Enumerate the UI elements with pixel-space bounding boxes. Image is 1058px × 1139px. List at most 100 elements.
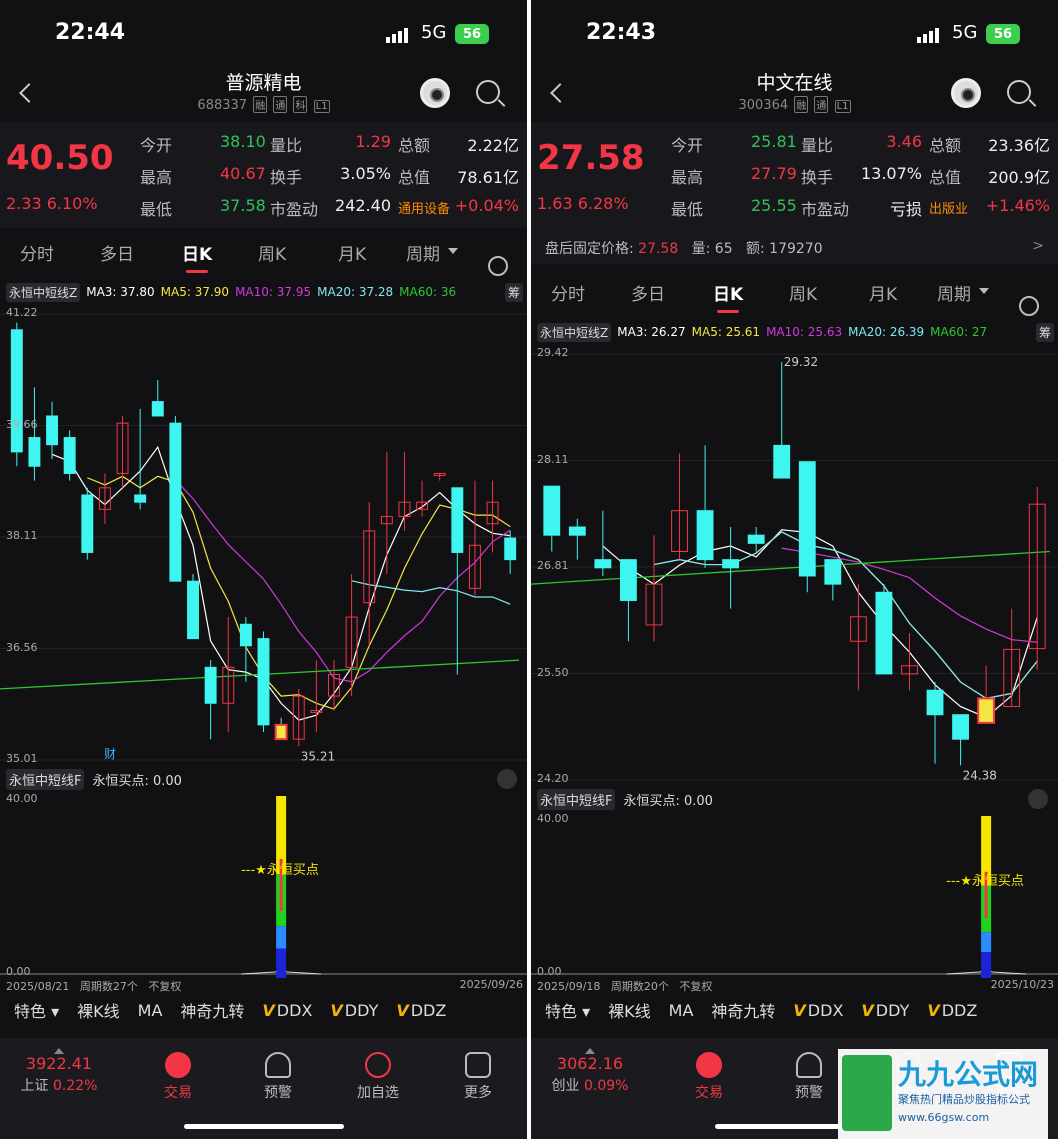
tab-0[interactable]: 分时 xyxy=(20,240,54,265)
buy-signal-candle xyxy=(274,723,288,741)
ma5-value: MA5: 25.61 xyxy=(691,325,761,339)
search-icon[interactable] xyxy=(1007,80,1031,104)
indicator-6[interactable]: V DDZ xyxy=(927,1001,977,1020)
index-ticker[interactable]: 3062.16 创业 0.09% xyxy=(545,1048,635,1095)
chips-button[interactable]: 筹 xyxy=(1035,322,1054,342)
expand-icon[interactable] xyxy=(497,769,517,789)
chips-button[interactable]: 筹 xyxy=(504,282,523,302)
index-value: 3922.41 xyxy=(25,1054,93,1073)
date-start: 2025/08/21 xyxy=(6,980,70,993)
indicator-label: DDY xyxy=(344,1000,379,1020)
indicator-4[interactable]: V DDX xyxy=(793,1001,843,1020)
sub-axis-top: 40.00 xyxy=(537,812,569,825)
quote-label: 量比 xyxy=(801,136,834,155)
indicator-3[interactable]: 神奇九转 xyxy=(711,998,775,1022)
y-axis-label: 28.11 xyxy=(537,453,569,466)
main-indicator-select[interactable]: 永恒中短线Z xyxy=(6,282,81,302)
quote-value: 3.05% xyxy=(340,164,391,183)
indicator-1[interactable]: 裸K线 xyxy=(77,998,120,1022)
tab-3[interactable]: 周K xyxy=(789,280,817,305)
quote-label: 总额 xyxy=(398,136,431,155)
indicator-label: 特色 xyxy=(14,1002,47,1021)
indicator-3[interactable]: 神奇九转 xyxy=(180,998,244,1022)
after-hours-label: 盘后固定价格: xyxy=(545,241,634,257)
candle-body xyxy=(169,422,182,582)
tab-1[interactable]: 多日 xyxy=(631,280,665,305)
indicator-0[interactable]: 特色 ▾ xyxy=(545,998,590,1022)
tab-2[interactable]: 日K xyxy=(713,280,743,313)
signal-bar-navy xyxy=(981,952,992,979)
signal-bar-blue xyxy=(276,926,287,949)
sub-indicator-select[interactable]: 永恒中短线F xyxy=(537,788,616,810)
candle-body xyxy=(824,559,842,585)
quote-label: 通用设备 xyxy=(398,202,451,217)
indicator-2[interactable]: MA xyxy=(669,1001,694,1020)
after-hours-bar[interactable]: 盘后固定价格: 27.58 量: 65 额: 179270 > xyxy=(531,228,1058,264)
indicator-bar: 特色 ▾ 裸K线 MA 神奇九转 V DDX V DDY V DDZ xyxy=(0,994,527,1026)
y-axis-label: 41.22 xyxy=(6,306,38,319)
candle-body xyxy=(28,437,41,467)
indicator-6[interactable]: V DDZ xyxy=(396,1001,446,1020)
last-price: 40.50 xyxy=(6,138,114,178)
tab-1[interactable]: 多日 xyxy=(100,240,134,265)
indicator-0[interactable]: 特色 ▾ xyxy=(14,998,59,1022)
candle-body xyxy=(204,666,217,704)
nav-1[interactable]: 预警 xyxy=(238,1046,318,1102)
candle-body xyxy=(10,329,23,453)
quote-label: 总值 xyxy=(398,168,431,187)
search-icon[interactable] xyxy=(476,80,500,104)
indicator-label: 裸K线 xyxy=(77,1002,120,1021)
nav-label: 加自选 xyxy=(357,1085,399,1101)
nav-3[interactable]: 更多 xyxy=(438,1046,518,1102)
indicator-2[interactable]: MA xyxy=(138,1001,163,1020)
main-indicator-select[interactable]: 永恒中短线Z xyxy=(537,322,612,342)
tab-4[interactable]: 月K xyxy=(338,240,366,265)
quote-label: 市盈动 xyxy=(801,200,850,219)
indicator-4[interactable]: V DDX xyxy=(262,1001,312,1020)
indicator-1[interactable]: 裸K线 xyxy=(608,998,651,1022)
battery-icon: 56 xyxy=(455,24,489,44)
indicator-label: 裸K线 xyxy=(608,1002,651,1021)
buy-signal-label: ---★永恒买点 xyxy=(241,863,319,878)
tab-5[interactable]: 周期 xyxy=(937,280,971,305)
kline-chart[interactable]: 24.38 29.32 29.42 28.11 26.81 25.50 24.20 xyxy=(531,346,1058,788)
candle-body xyxy=(46,415,59,446)
tab-3[interactable]: 周K xyxy=(258,240,286,265)
amount-value: 179270 xyxy=(769,241,823,257)
y-axis-label: 24.20 xyxy=(537,772,569,785)
ma3-line xyxy=(51,445,511,721)
trade-icon xyxy=(165,1052,191,1078)
tab-2[interactable]: 日K xyxy=(182,240,212,273)
settings-icon[interactable] xyxy=(488,256,508,276)
status-time: 22:43 xyxy=(586,20,657,45)
tab-5[interactable]: 周期 xyxy=(406,240,440,265)
sub-chart: ---★永恒买点 40.00 0.00 xyxy=(531,812,1058,979)
indicator-5[interactable]: V DDY xyxy=(330,1001,378,1020)
tab-4[interactable]: 月K xyxy=(869,280,897,305)
nav-1[interactable]: 预警 xyxy=(769,1046,849,1102)
nav-0[interactable]: 交易 xyxy=(138,1046,218,1102)
y-axis-label: 36.56 xyxy=(6,641,38,654)
index-ticker[interactable]: 3922.41 上证 0.22% xyxy=(14,1048,104,1095)
nav-0[interactable]: 交易 xyxy=(669,1046,749,1102)
nav-2[interactable]: 加自选 xyxy=(338,1046,418,1102)
sub-axis-bottom: 0.00 xyxy=(6,965,31,978)
robot-assistant-icon[interactable] xyxy=(951,78,981,108)
quote-value: +0.04% xyxy=(454,196,519,215)
indicator-5[interactable]: V DDY xyxy=(861,1001,909,1020)
y-axis-label: 25.50 xyxy=(537,666,569,679)
tab-0[interactable]: 分时 xyxy=(551,280,585,305)
signal-icon xyxy=(386,28,408,43)
ma20-line xyxy=(351,580,511,605)
bell-icon xyxy=(265,1052,291,1078)
ma60-value: MA60: 27 xyxy=(930,325,988,339)
quote-value: 38.10 xyxy=(220,132,266,151)
sub-indicator-select[interactable]: 永恒中短线F xyxy=(6,768,85,790)
quote-label: 换手 xyxy=(801,168,834,187)
stock-code: 300364 xyxy=(738,98,789,113)
expand-icon[interactable] xyxy=(1028,789,1048,809)
kline-chart[interactable]: 35.21 财 41.22 39.66 38.11 36.56 35.01 xyxy=(0,306,527,768)
settings-icon[interactable] xyxy=(1019,296,1039,316)
robot-assistant-icon[interactable] xyxy=(420,78,450,108)
candle-body xyxy=(451,487,464,553)
